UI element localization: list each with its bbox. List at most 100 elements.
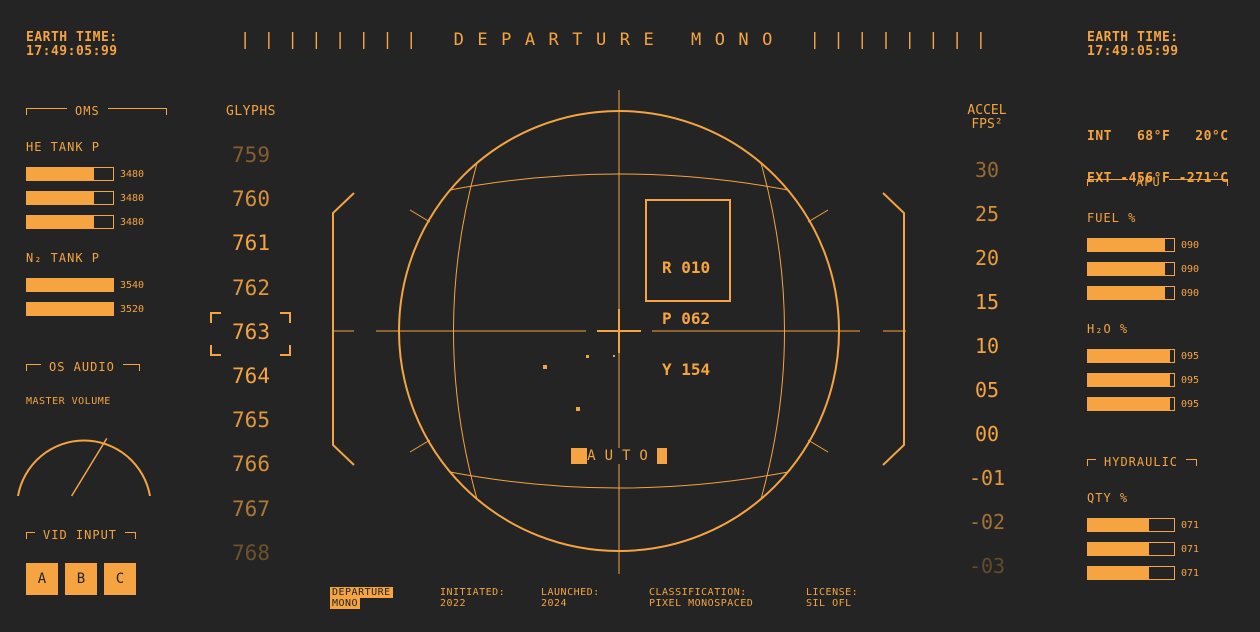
launched-label: LAUNCHED: (541, 587, 600, 598)
master-volume-dial[interactable] (14, 424, 156, 500)
license-label: LICENSE: (806, 587, 859, 598)
volume-dial-arc (17, 439, 151, 497)
glyph-item[interactable]: 759 (211, 143, 291, 167)
glyph-item[interactable]: 760 (211, 187, 291, 211)
accel-tick-label: 25 (974, 202, 1000, 226)
auto-mode-label: AUTO (587, 448, 657, 464)
accel-tick-label: 05 (974, 378, 1000, 402)
he-tank-bars: 3480 3480 3480 (26, 162, 144, 234)
he-tank-gauge (26, 167, 114, 181)
n2-tank-row: 3520 (26, 297, 144, 321)
footer-classification: CLASSIFICATION: PIXEL MONOSPACED (649, 587, 753, 609)
he-tank-value: 3480 (120, 168, 145, 180)
roll-value: R 010 (662, 258, 711, 277)
n2-tank-gauge (26, 278, 114, 292)
yaw-value: Y 154 (662, 360, 711, 379)
vid-input-title-label: VID INPUT (43, 528, 118, 542)
qty-row: 071 (1087, 561, 1199, 585)
qty-fill (1088, 567, 1150, 579)
fuel-fill (1088, 239, 1166, 251)
he-tank-row: 3480 (26, 186, 144, 210)
initiated-label: INITIATED: (440, 587, 506, 598)
glyph-item[interactable]: 761 (211, 231, 291, 255)
os-audio-title: OS AUDIO (26, 360, 140, 374)
right-bracket (882, 192, 905, 466)
h2o-value: 095 (1181, 374, 1200, 386)
accel-tick-label: -02 (968, 510, 1006, 534)
vid-input-a-button[interactable]: A (26, 563, 58, 595)
accel-tick-label: 10 (974, 334, 1000, 358)
footer-license: LICENSE: SIL OFL (806, 587, 858, 609)
glyph-item[interactable]: 764 (211, 364, 291, 388)
glyph-item[interactable]: 766 (211, 452, 291, 476)
accel-tick-label: -01 (968, 466, 1006, 490)
h2o-value: 095 (1181, 398, 1200, 410)
footer-badge-line2: MONO (330, 598, 361, 609)
h2o-value: 095 (1181, 350, 1200, 362)
initiated-value: 2022 (440, 598, 467, 609)
vid-input-b-button[interactable]: B (65, 563, 97, 595)
qty-bars: 071 071 071 (1087, 513, 1199, 585)
earth-time-value: 17:49:05:99 (26, 44, 118, 59)
oms-title: OMS (26, 104, 167, 118)
glyph-item[interactable]: 762 (211, 276, 291, 300)
he-tank-value: 3480 (120, 216, 145, 228)
n2-tank-value: 3540 (120, 279, 145, 291)
footer-badge-line1: DEPARTURE (330, 587, 393, 598)
apu-title: APU (1087, 175, 1228, 189)
h2o-row: 095 (1087, 368, 1199, 392)
glyph-selection-frame (210, 312, 291, 356)
rpy-readout: R 010 P 062 Y 154 (662, 225, 710, 395)
fuel-value: 090 (1181, 263, 1200, 275)
glyph-item[interactable]: 765 (211, 408, 291, 432)
footer-initiated: INITIATED: 2022 (440, 587, 505, 609)
qty-gauge (1087, 566, 1175, 580)
fuel-label: FUEL % (1087, 211, 1137, 225)
left-bracket (332, 192, 355, 466)
launched-value: 2024 (541, 598, 568, 609)
qty-value: 071 (1181, 543, 1200, 555)
apu-title-label: APU (1136, 175, 1161, 189)
he-tank-value: 3480 (120, 192, 145, 204)
h2o-fill (1088, 374, 1170, 386)
fuel-fill (1088, 287, 1166, 299)
fuel-gauge (1087, 286, 1175, 300)
qty-row: 071 (1087, 513, 1199, 537)
classification-label: CLASSIFICATION: (649, 587, 747, 598)
he-tank-fill (27, 168, 95, 180)
hydraulic-title-label: HYDRAULIC (1104, 455, 1179, 469)
qty-value: 071 (1181, 567, 1200, 579)
n2-tank-bars: 3540 3520 (26, 273, 144, 321)
h2o-gauge (1087, 373, 1175, 387)
h2o-gauge (1087, 397, 1175, 411)
master-volume-label: MASTER VOLUME (26, 396, 111, 407)
earth-time-label: EARTH TIME: (1087, 30, 1179, 45)
fuel-fill (1088, 263, 1166, 275)
h2o-bars: 095 095 095 (1087, 344, 1199, 416)
accel-tick-label: 15 (974, 290, 1000, 314)
os-audio-title-label: OS AUDIO (49, 360, 115, 374)
accel-tick-label: -03 (968, 554, 1006, 578)
n2-tank-value: 3520 (120, 303, 145, 315)
accel-title-line1: ACCEL (967, 103, 1007, 118)
earth-time-label: EARTH TIME: (26, 30, 118, 45)
n2-tank-fill (27, 303, 113, 315)
qty-row: 071 (1087, 537, 1199, 561)
h2o-gauge (1087, 349, 1175, 363)
vid-input-c-button[interactable]: C (104, 563, 136, 595)
glyph-item[interactable]: 767 (211, 497, 291, 521)
accel-tick-label: 30 (974, 158, 1000, 182)
auto-mode-button[interactable]: AUTO (571, 448, 667, 464)
license-value: SIL OFL (806, 598, 852, 609)
fuel-row: 090 (1087, 233, 1199, 257)
qty-label: QTY % (1087, 491, 1129, 505)
fuel-value: 090 (1181, 239, 1200, 251)
h2o-row: 095 (1087, 392, 1199, 416)
n2-tank-row: 3540 (26, 273, 144, 297)
app-title: |||||||| DEPARTURE MONO |||||||| (240, 30, 1000, 50)
glyph-item[interactable]: 768 (211, 541, 291, 565)
temp-int: INT 68°F 20°C (1087, 129, 1229, 144)
n2-tank-fill (27, 279, 113, 291)
h2o-label: H₂O % (1087, 322, 1129, 336)
fuel-gauge (1087, 238, 1175, 252)
